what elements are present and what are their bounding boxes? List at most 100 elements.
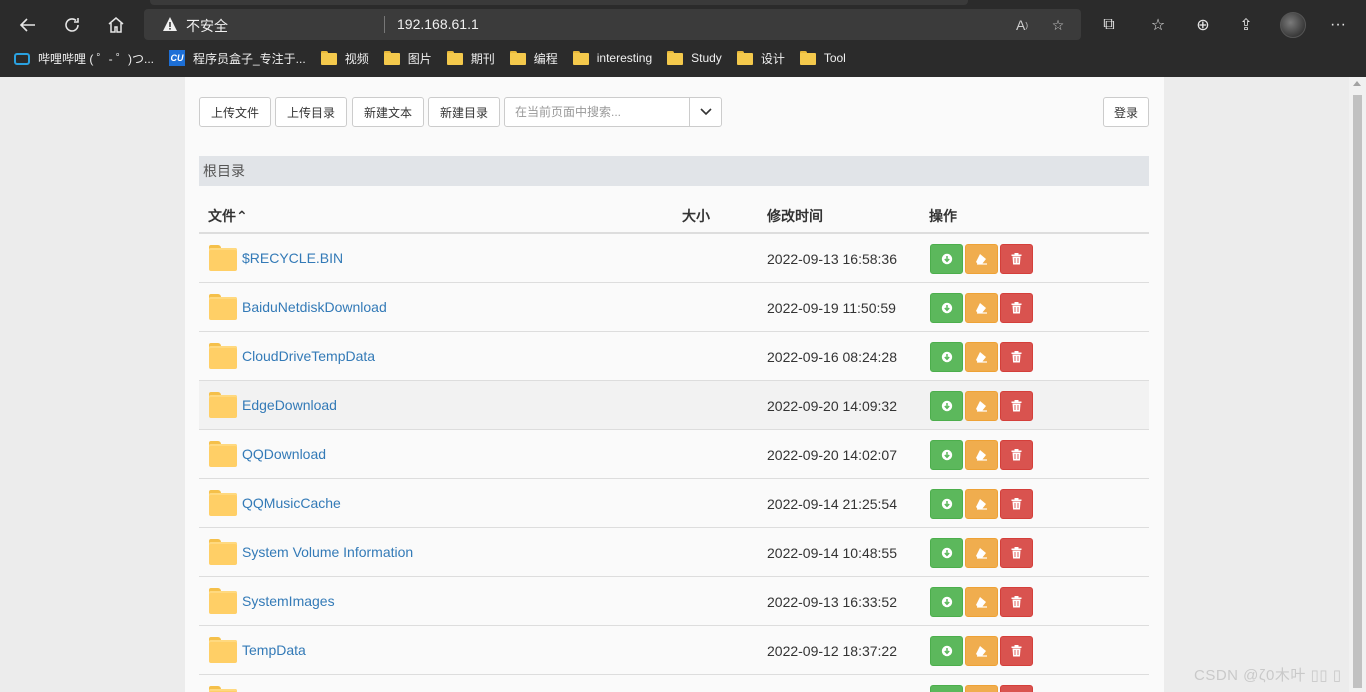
delete-button[interactable] xyxy=(1000,489,1033,519)
table-row[interactable]: QQMusicCache 2022-09-14 21:25:54 xyxy=(199,479,1149,528)
download-button[interactable] xyxy=(930,391,963,421)
folder-icon[interactable] xyxy=(209,686,237,692)
rename-button[interactable] xyxy=(965,244,998,274)
download-button[interactable] xyxy=(930,440,963,470)
table-row[interactable]: System Volume Information 2022-09-14 10:4… xyxy=(199,528,1149,577)
rename-button[interactable] xyxy=(965,685,998,692)
rename-button[interactable] xyxy=(965,489,998,519)
delete-button[interactable] xyxy=(1000,587,1033,617)
delete-button[interactable] xyxy=(1000,391,1033,421)
bookmark-label: interesting xyxy=(596,51,653,65)
rename-button[interactable] xyxy=(965,293,998,323)
rename-button[interactable] xyxy=(965,391,998,421)
table-row[interactable]: QQDownload 2022-09-20 14:02:07 xyxy=(199,430,1149,479)
bookmark-bilibili[interactable]: 哔哩哔哩 ( ゜- ゜)つ... xyxy=(8,46,163,70)
download-button[interactable] xyxy=(930,244,963,274)
favorite-star-icon[interactable]: ☆ xyxy=(1047,14,1069,36)
scrollbar-thumb[interactable] xyxy=(1353,95,1362,688)
delete-button[interactable] xyxy=(1000,342,1033,372)
folder-name-link[interactable]: System Volume Information xyxy=(242,544,413,560)
read-aloud-icon[interactable]: A) xyxy=(1011,14,1033,36)
folder-icon[interactable] xyxy=(209,539,237,565)
favorites-button[interactable]: ☆ xyxy=(1144,11,1172,39)
bookmark-folder-journals[interactable]: 期刊 xyxy=(441,46,504,70)
rename-button[interactable] xyxy=(965,538,998,568)
table-row[interactable]: $RECYCLE.BIN 2022-09-13 16:58:36 xyxy=(199,234,1149,283)
bookmark-folder-programming[interactable]: 编程 xyxy=(504,46,567,70)
table-row[interactable]: CloudDriveTempData 2022-09-16 08:24:28 xyxy=(199,332,1149,381)
delete-button[interactable] xyxy=(1000,538,1033,568)
folder-name-link[interactable]: EdgeDownload xyxy=(242,397,337,413)
folder-name-link[interactable]: CloudDriveTempData xyxy=(242,348,375,364)
download-button[interactable] xyxy=(930,342,963,372)
download-button[interactable] xyxy=(930,489,963,519)
home-button[interactable] xyxy=(102,11,130,39)
folder-icon[interactable] xyxy=(209,637,237,663)
rename-button[interactable] xyxy=(965,342,998,372)
table-row[interactable]: BaiduNetdiskDownload 2022-09-19 11:50:59 xyxy=(199,283,1149,332)
breadcrumb-root[interactable]: 根目录 xyxy=(203,161,245,181)
download-button[interactable] xyxy=(930,293,963,323)
bookmark-folder-video[interactable]: 视频 xyxy=(315,46,378,70)
delete-button[interactable] xyxy=(1000,636,1033,666)
login-button[interactable]: 登录 xyxy=(1103,97,1149,127)
delete-button[interactable] xyxy=(1000,244,1033,274)
share-button[interactable]: ⇪ xyxy=(1232,11,1260,39)
eraser-icon xyxy=(976,450,987,461)
folder-name-link[interactable]: $RECYCLE.BIN xyxy=(242,250,343,266)
folder-name-link[interactable]: TempData xyxy=(242,642,306,658)
security-label[interactable]: 不安全 xyxy=(186,16,228,36)
rename-button[interactable] xyxy=(965,587,998,617)
profile-avatar[interactable] xyxy=(1280,12,1306,38)
more-menu-button[interactable]: ··· xyxy=(1324,11,1352,39)
warning-icon[interactable] xyxy=(162,16,178,32)
bookmark-programmer-box[interactable]: CU 程序员盒子_专注于... xyxy=(163,46,315,70)
folder-icon[interactable] xyxy=(209,441,237,467)
url-text[interactable]: 192.168.61.1 xyxy=(397,16,479,32)
refresh-button[interactable] xyxy=(58,11,86,39)
folder-name-link[interactable]: QQMusicCache xyxy=(242,495,341,511)
back-button[interactable] xyxy=(14,11,42,39)
scroll-up-arrow-icon[interactable] xyxy=(1353,81,1361,86)
address-bar[interactable]: 不安全 192.168.61.1 A) ☆ xyxy=(144,9,1081,40)
new-directory-button[interactable]: 新建目录 xyxy=(428,97,500,127)
bookmark-folder-interesting[interactable]: interesting xyxy=(567,46,661,70)
bookmark-folder-images[interactable]: 图片 xyxy=(378,46,441,70)
folder-icon[interactable] xyxy=(209,343,237,369)
search-input[interactable] xyxy=(505,98,689,126)
folder-name-link[interactable]: QQDownload xyxy=(242,446,326,462)
download-button[interactable] xyxy=(930,538,963,568)
extensions-button[interactable]: ⧉ xyxy=(1095,11,1123,39)
upload-directory-button[interactable]: 上传目录 xyxy=(275,97,347,127)
bookmark-folder-tool[interactable]: Tool xyxy=(794,46,855,70)
delete-button[interactable] xyxy=(1000,293,1033,323)
table-row[interactable]: EdgeDownload 2022-09-20 14:09:32 xyxy=(199,381,1149,430)
bookmark-folder-study[interactable]: Study xyxy=(661,46,731,70)
folder-icon[interactable] xyxy=(209,490,237,516)
collections-button[interactable]: ⊕ xyxy=(1189,11,1217,39)
column-size-header[interactable]: 大小 xyxy=(682,206,710,226)
bookmark-folder-design[interactable]: 设计 xyxy=(731,46,794,70)
download-button[interactable] xyxy=(930,685,963,692)
table-row[interactable]: TempData 2022-09-12 18:37:22 xyxy=(199,626,1149,675)
folder-icon[interactable] xyxy=(209,588,237,614)
folder-icon[interactable] xyxy=(209,294,237,320)
delete-button[interactable] xyxy=(1000,440,1033,470)
folder-name-link[interactable]: BaiduNetdiskDownload xyxy=(242,299,387,315)
delete-button[interactable] xyxy=(1000,685,1033,692)
rename-button[interactable] xyxy=(965,440,998,470)
folder-name-link[interactable]: SystemImages xyxy=(242,593,335,609)
folder-icon[interactable] xyxy=(209,245,237,271)
upload-file-button[interactable]: 上传文件 xyxy=(199,97,271,127)
column-modified-header[interactable]: 修改时间 xyxy=(767,206,823,226)
rename-button[interactable] xyxy=(965,636,998,666)
folder-icon[interactable] xyxy=(209,392,237,418)
column-file-header[interactable]: 文件⌃ xyxy=(208,206,248,226)
search-dropdown-button[interactable] xyxy=(689,98,721,126)
download-button[interactable] xyxy=(930,636,963,666)
table-row[interactable]: SystemImages 2022-09-13 16:33:52 xyxy=(199,577,1149,626)
new-text-button[interactable]: 新建文本 xyxy=(352,97,424,127)
download-button[interactable] xyxy=(930,587,963,617)
table-row[interactable] xyxy=(199,675,1149,692)
page-scrollbar[interactable] xyxy=(1349,77,1366,692)
